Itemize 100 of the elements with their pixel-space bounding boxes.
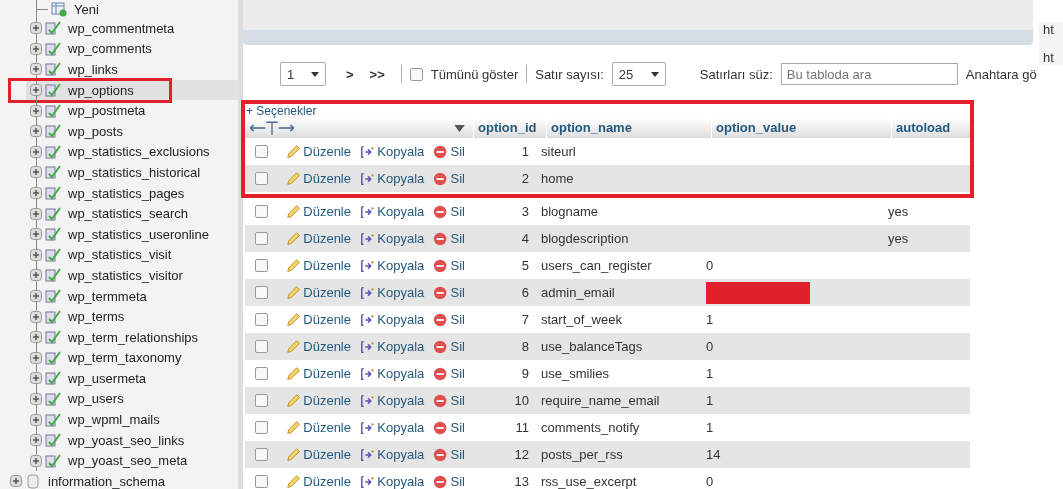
checkbox[interactable] (255, 340, 268, 353)
delete-link[interactable]: Sil (450, 144, 465, 159)
expand-icon[interactable] (30, 434, 42, 447)
edit-link[interactable]: Düzenle (303, 231, 351, 246)
sidebar-item[interactable]: wp_users (68, 391, 124, 407)
column-arrows-icon[interactable] (249, 120, 295, 136)
edit-link[interactable]: Düzenle (303, 339, 351, 354)
sidebar-item[interactable]: wp_statistics_visit (68, 247, 172, 263)
sidebar-item[interactable]: wp_posts (68, 123, 123, 139)
checkbox[interactable] (255, 421, 268, 434)
sidebar-item[interactable]: wp_statistics_search (68, 206, 188, 222)
delete-link[interactable]: Sil (450, 312, 465, 327)
checkbox[interactable] (255, 259, 268, 272)
copy-link[interactable]: Kopyala (377, 393, 425, 408)
expand-icon[interactable] (30, 248, 42, 261)
sidebar-item[interactable]: wp_term_relationships (68, 329, 199, 345)
delete-link[interactable]: Sil (450, 447, 465, 462)
edit-link[interactable]: Düzenle (303, 474, 351, 489)
sidebar-item[interactable]: wp_yoast_seo_meta (68, 453, 188, 469)
edit-link[interactable]: Düzenle (303, 312, 351, 327)
edit-link[interactable]: Düzenle (303, 171, 351, 186)
search-field[interactable]: Bu tabloda ara (780, 63, 958, 85)
column-header[interactable]: autoload (891, 118, 966, 138)
delete-link[interactable]: Sil (450, 204, 465, 219)
sidebar-item[interactable]: wp_postmeta (68, 103, 146, 119)
sidebar-item[interactable]: wp_statistics_exclusions (68, 144, 210, 160)
expand-icon[interactable] (30, 125, 42, 138)
edit-link[interactable]: Düzenle (303, 366, 351, 381)
copy-link[interactable]: Kopyala (377, 204, 425, 219)
expand-icon[interactable] (30, 413, 42, 426)
sidebar-item[interactable]: Yeni (74, 1, 99, 17)
expand-icon[interactable] (30, 393, 42, 405)
expand-icon[interactable] (30, 207, 42, 220)
column-header[interactable]: option_value (711, 118, 891, 138)
delete-link[interactable]: Sil (450, 231, 465, 246)
expand-icon[interactable] (30, 104, 42, 117)
sidebar-item[interactable]: wp_usermeta (68, 370, 147, 386)
sidebar-item[interactable]: wp_commentmeta (68, 20, 175, 36)
sidebar-item[interactable]: wp_terms (68, 309, 125, 325)
edit-link[interactable]: Düzenle (303, 285, 351, 300)
checkbox[interactable] (255, 313, 268, 326)
copy-link[interactable]: Kopyala (377, 312, 425, 327)
sidebar-item[interactable]: wp_term_taxonomy (68, 350, 182, 366)
delete-link[interactable]: Sil (450, 171, 465, 186)
delete-link[interactable]: Sil (450, 258, 465, 273)
rows-select[interactable]: 25 (611, 62, 666, 86)
delete-link[interactable]: Sil (450, 393, 465, 408)
sidebar-item[interactable]: wp_statistics_historical (68, 164, 201, 180)
options-link[interactable]: + Seçenekler (245, 104, 970, 118)
page-select[interactable]: 1 (280, 62, 326, 86)
column-header[interactable]: option_id (473, 118, 546, 138)
column-header[interactable]: option_name (546, 118, 711, 138)
expand-icon[interactable] (30, 290, 42, 302)
edit-link[interactable]: Düzenle (303, 420, 351, 435)
expand-icon[interactable] (10, 475, 22, 488)
copy-link[interactable]: Kopyala (377, 366, 425, 381)
sidebar-item[interactable]: information_schema (48, 473, 166, 489)
copy-link[interactable]: Kopyala (377, 339, 425, 354)
delete-link[interactable]: Sil (450, 339, 465, 354)
delete-link[interactable]: Sil (450, 366, 465, 381)
checkbox[interactable] (255, 367, 268, 380)
expand-icon[interactable] (30, 22, 42, 35)
checkbox[interactable] (255, 205, 268, 218)
delete-link[interactable]: Sil (450, 285, 465, 300)
checkbox[interactable] (255, 448, 268, 461)
copy-link[interactable]: Kopyala (377, 171, 425, 186)
expand-icon[interactable] (30, 187, 42, 200)
checkbox[interactable] (255, 172, 268, 185)
copy-link[interactable]: Kopyala (377, 474, 425, 489)
sidebar-item[interactable]: wp_wpml_mails (68, 412, 160, 428)
copy-link[interactable]: Kopyala (377, 258, 425, 273)
dropdown-icon[interactable] (454, 124, 465, 132)
copy-link[interactable]: Kopyala (377, 447, 425, 462)
expand-icon[interactable] (30, 228, 42, 241)
sidebar-item[interactable]: wp_statistics_pages (68, 185, 185, 201)
sidebar-item[interactable]: wp_statistics_visitor (68, 267, 183, 283)
delete-link[interactable]: Sil (450, 474, 465, 489)
copy-link[interactable]: Kopyala (377, 420, 425, 435)
expand-icon[interactable] (30, 351, 42, 364)
checkbox[interactable] (255, 475, 268, 488)
edit-link[interactable]: Düzenle (303, 258, 351, 273)
checkbox[interactable] (255, 232, 268, 245)
expand-icon[interactable] (30, 145, 42, 158)
checkbox[interactable] (255, 394, 268, 407)
expand-icon[interactable] (30, 84, 42, 97)
checkbox[interactable] (409, 67, 423, 81)
sidebar-item[interactable]: wp_links (68, 62, 118, 77)
checkbox[interactable] (255, 286, 268, 299)
expand-icon[interactable] (30, 63, 42, 76)
sidebar-item[interactable]: wp_yoast_seo_links (68, 432, 185, 448)
edit-link[interactable]: Düzenle (303, 393, 351, 408)
edit-link[interactable]: Düzenle (303, 144, 351, 159)
last-page-link[interactable]: >> (369, 66, 385, 82)
expand-icon[interactable] (30, 269, 42, 282)
next-page-link[interactable]: > (346, 66, 354, 82)
edit-link[interactable]: Düzenle (303, 447, 351, 462)
sidebar-item[interactable]: wp_termmeta (68, 288, 147, 304)
delete-link[interactable]: Sil (450, 420, 465, 435)
copy-link[interactable]: Kopyala (377, 285, 425, 300)
copy-link[interactable]: Kopyala (377, 144, 425, 159)
